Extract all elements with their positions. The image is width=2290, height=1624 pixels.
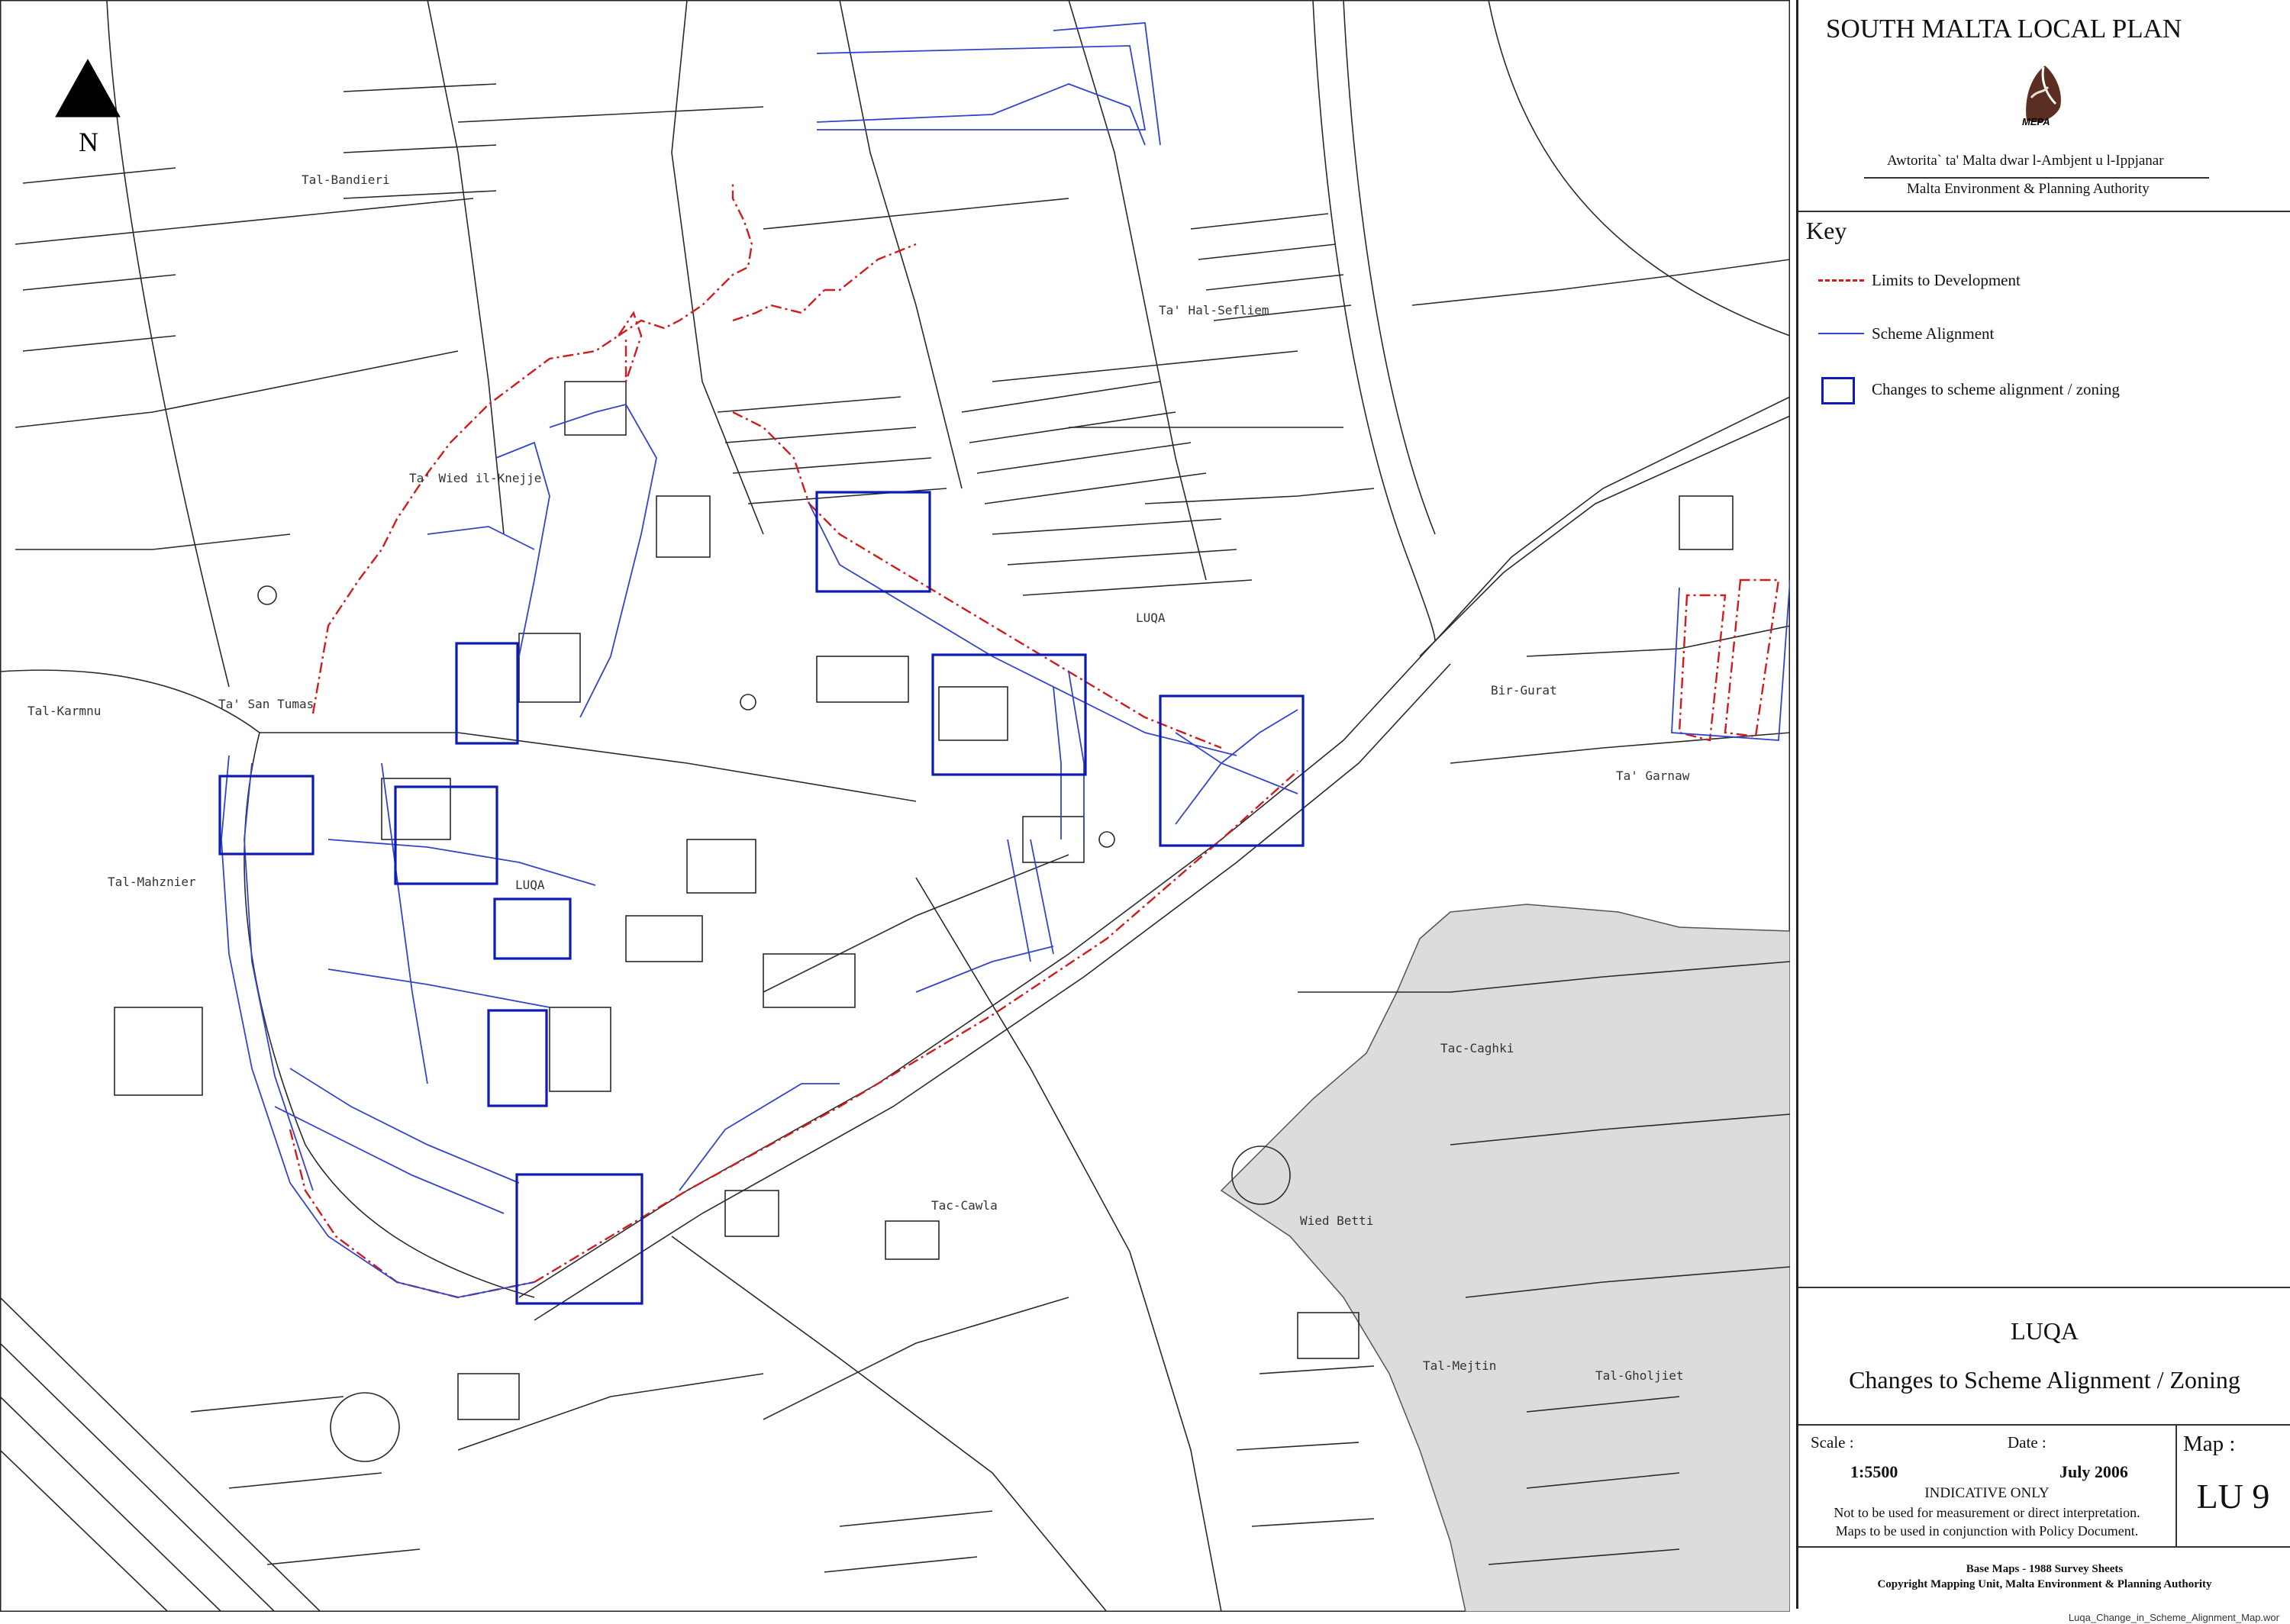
info-block-divider: [1798, 1424, 2290, 1426]
title-block-top-divider: [1798, 1287, 2290, 1288]
note-policy: Maps to be used in conjunction with Poli…: [1835, 1523, 2139, 1539]
map-filename: Luqa_Change_in_Scheme_Alignment_Map.wor: [2068, 1612, 2279, 1623]
scheme-line-icon: [1817, 318, 1866, 349]
scale-value: 1:5500: [1850, 1462, 1898, 1481]
label-luqa-centre: LUQA: [515, 878, 545, 892]
label-tac-caghki: Tac-Caghki: [1440, 1041, 1514, 1055]
date-value: July 2006: [2059, 1462, 2128, 1481]
label-bir-gurat: Bir-Gurat: [1491, 683, 1557, 698]
authority-name-english: Malta Environment & Planning Authority: [1907, 181, 2150, 197]
key-label-changes: Changes to scheme alignment / zoning: [1872, 379, 2120, 398]
scale-label: Scale :: [1811, 1433, 1854, 1452]
label-tal-mejtin: Tal-Mejtin: [1423, 1358, 1496, 1373]
map-subject: Changes to Scheme Alignment / Zoning: [1849, 1366, 2240, 1394]
header-divider: [1798, 211, 2290, 212]
label-tal-mahznier: Tal-Mahznier: [108, 875, 196, 889]
source-divider: [1798, 1546, 2290, 1548]
north-label: N: [79, 127, 98, 157]
limits-line-icon: [1817, 265, 1866, 295]
key-label-scheme: Scheme Alignment: [1872, 324, 1995, 343]
key-item-limits: Limits to Development: [1817, 265, 2021, 295]
logo-text: MEPA: [2022, 116, 2050, 127]
map-number: LU 9: [2196, 1477, 2270, 1516]
locality-name: LUQA: [2011, 1317, 2079, 1345]
label-tal-bandieri: Tal-Bandieri: [302, 172, 390, 187]
label-wied-betti: Wied Betti: [1300, 1213, 1373, 1228]
label-tac-cawla: Tac-Cawla: [931, 1198, 998, 1213]
date-label: Date :: [2008, 1433, 2046, 1452]
copyright-notice: Copyright Mapping Unit, Malta Environmen…: [1877, 1578, 2212, 1590]
label-tal-gholjiet: Tal-Gholjiet: [1595, 1368, 1684, 1383]
map-canvas[interactable]: N Tal-Bandieri Ta' Hal-Sefliem Ta' Wied …: [0, 0, 1790, 1612]
key-item-scheme: Scheme Alignment: [1817, 318, 1994, 349]
key-label-limits: Limits to Development: [1872, 270, 2021, 289]
label-luqa-north: LUQA: [1136, 611, 1166, 625]
indicative-only: INDICATIVE ONLY: [1924, 1485, 2050, 1501]
authority-name-maltese: Awtorita` ta' Malta dwar l-Ambjent u l-I…: [1887, 153, 2164, 169]
label-ta-wied-il-knejjes: Ta' Wied il-Knejje: [409, 471, 541, 485]
key-item-changes: Changes to scheme alignment / zoning: [1817, 374, 2120, 404]
mepa-logo: MEPA: [2017, 60, 2071, 128]
note-measurement: Not to be used for measurement or direct…: [1834, 1505, 2140, 1520]
label-ta-hal-sefliem: Ta' Hal-Sefliem: [1159, 303, 1269, 317]
key-heading: Key: [1806, 217, 1847, 244]
change-box-icon: [1817, 374, 1866, 404]
authority-divider: [1864, 177, 2209, 179]
legend-panel: SOUTH MALTA LOCAL PLAN MEPA Awtorita` ta…: [1796, 0, 2290, 1609]
map-number-label: Map :: [2183, 1432, 2236, 1456]
label-tal-karmnu: Tal-Karmnu: [27, 704, 101, 718]
plan-title: SOUTH MALTA LOCAL PLAN: [1826, 14, 2182, 44]
label-ta-garnaw: Ta' Garnaw: [1616, 768, 1690, 783]
base-map-source: Base Maps - 1988 Survey Sheets: [1966, 1563, 2124, 1575]
label-ta-san-tumas: Ta' San Tumas: [218, 697, 314, 711]
